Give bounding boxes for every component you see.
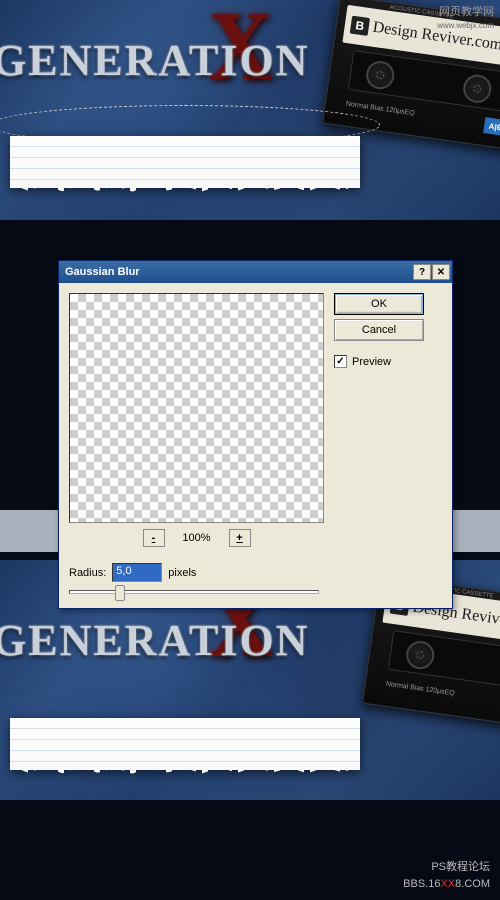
slider-track[interactable]	[69, 590, 319, 594]
banner-top: X GENERATION ACOUSTIC CASSETTE B Design …	[0, 0, 500, 220]
watermark-top-url: www.webjx.com	[437, 21, 494, 30]
preview-canvas[interactable]	[69, 293, 324, 523]
radius-label: Radius:	[69, 567, 106, 579]
ok-button[interactable]: OK	[334, 293, 424, 315]
watermark-bottom: PS教程论坛 BBS.16XX8.COM	[403, 858, 490, 892]
cassette-reel-right	[461, 73, 493, 105]
zoom-value: 100%	[177, 532, 217, 544]
dialog-titlebar[interactable]: Gaussian Blur ? ✕	[59, 261, 452, 283]
preview-checkbox-label: Preview	[352, 356, 391, 368]
radius-slider[interactable]	[69, 586, 324, 598]
button-column: OK Cancel ✓ Preview	[334, 293, 429, 598]
paper-scrap	[10, 136, 360, 188]
zoom-controls: - 100% +	[69, 529, 324, 547]
cancel-button[interactable]: Cancel	[334, 319, 424, 341]
cassette-bias-info-b: Normal Bias 120µsEQ	[385, 681, 455, 698]
watermark-top: 网页教学网 www.webjx.com	[437, 6, 494, 32]
close-button[interactable]: ✕	[432, 264, 450, 280]
logo-text-bottom: GENERATION	[0, 615, 309, 666]
dialog-title: Gaussian Blur	[65, 266, 140, 278]
preview-checkbox[interactable]: ✓	[334, 355, 347, 368]
radius-input[interactable]: 5,0	[112, 563, 162, 582]
titlebar-buttons: ? ✕	[413, 264, 450, 280]
cassette-a-badge: A|60	[483, 117, 500, 136]
zoom-in-button[interactable]: +	[229, 529, 251, 547]
cassette-reel-left	[364, 59, 396, 91]
dialog-body: - 100% + Radius: 5,0 pixels OK Cancel ✓ …	[59, 283, 452, 608]
watermark-bottom-bbs: BBS.16XX8.COM	[403, 878, 490, 890]
preview-column: - 100% + Radius: 5,0 pixels	[69, 293, 324, 598]
watermark-bottom-line1: PS教程论坛	[431, 861, 490, 873]
cassette-reel-left-b	[404, 639, 436, 671]
radius-unit: pixels	[168, 567, 196, 579]
slider-thumb[interactable]	[115, 585, 125, 601]
help-button[interactable]: ?	[413, 264, 431, 280]
paper-scrap-bottom	[10, 718, 360, 770]
cassette-side-badge: B	[350, 16, 370, 36]
radius-row: Radius: 5,0 pixels	[69, 563, 324, 582]
preview-checkbox-row: ✓ Preview	[334, 355, 391, 368]
watermark-top-text: 网页教学网	[439, 6, 494, 18]
zoom-out-button[interactable]: -	[143, 529, 165, 547]
gaussian-blur-dialog: Gaussian Blur ? ✕ - 100% + Radius: 5,0 p…	[58, 260, 453, 609]
logo-text: GENERATION	[0, 35, 309, 86]
